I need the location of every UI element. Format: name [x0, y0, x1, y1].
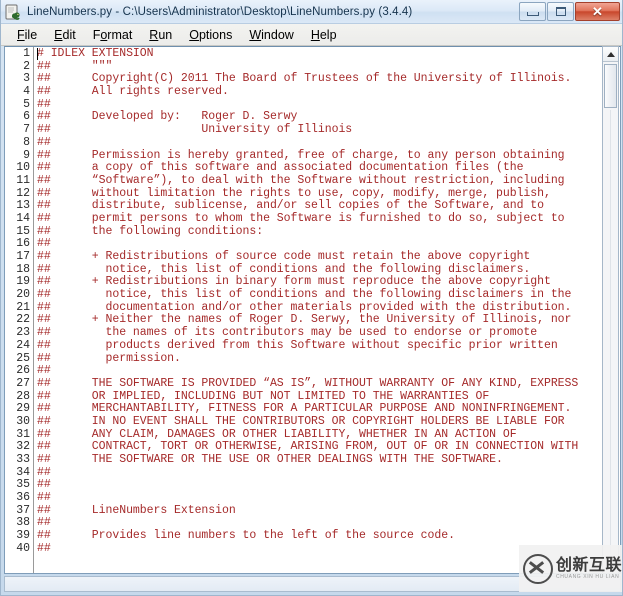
line-number: 10 — [16, 161, 30, 175]
code-line: ## + Redistributions of source code must… — [37, 250, 531, 263]
scroll-up-button[interactable] — [603, 47, 618, 62]
line-number: 23 — [16, 326, 30, 340]
idle-editor-window: LineNumbers.py - C:\Users\Administrator\… — [0, 0, 623, 596]
window-controls: ✕ — [518, 0, 620, 22]
title-bar[interactable]: LineNumbers.py - C:\Users\Administrator\… — [1, 0, 622, 24]
code-line: ## “Software”), to deal with the Softwar… — [37, 173, 565, 187]
line-number: 4 — [23, 85, 30, 99]
code-line: ## the names of its contributors may be … — [37, 326, 538, 340]
code-line: ## — [37, 364, 51, 378]
line-number: 30 — [16, 414, 30, 428]
menu-format[interactable]: Format — [85, 27, 142, 43]
line-number: 7 — [23, 123, 30, 137]
line-number-gutter: 1 2 3 4 5 6 7 8 9 10 11 12 13 14 15 16 17 18 19 20 21 22 23 24 2… — [5, 47, 34, 573]
code-text-area[interactable]: # IDLEX EXTENSION ## """ ## Copyright(C) 2… — [34, 47, 620, 573]
scrollbar-track[interactable] — [610, 110, 611, 554]
vertical-scrollbar[interactable] — [602, 46, 619, 574]
code-line: ## permission. — [37, 351, 181, 365]
line-number: 26 — [16, 364, 30, 378]
line-number: 36 — [16, 491, 30, 505]
code-line: ## products derived from this Software w… — [37, 338, 558, 352]
editor-area[interactable]: 1 2 3 4 5 6 7 8 9 10 11 12 13 14 15 16 17 18 19 20 21 22 23 24 2… — [4, 46, 621, 574]
code-line: ## Provides line numbers to the left of … — [37, 529, 455, 543]
code-line: ## IN NO EVENT SHALL THE CONTRIBUTORS OR… — [37, 414, 565, 428]
line-number: 1 — [23, 47, 30, 60]
close-button[interactable]: ✕ — [575, 1, 620, 21]
line-number: 20 — [16, 288, 30, 302]
menu-options[interactable]: Options — [181, 27, 241, 43]
menu-run[interactable]: Run — [141, 27, 181, 43]
horizontal-scrollbar[interactable] — [4, 576, 621, 592]
code-line: ## — [37, 478, 51, 492]
line-number: 14 — [16, 211, 30, 225]
line-number: 8 — [23, 135, 30, 149]
minimize-button[interactable] — [519, 1, 546, 21]
code-line: ## THE SOFTWARE OR THE USE OR OTHER DEAL… — [37, 453, 503, 466]
scrollbar-thumb[interactable] — [604, 64, 617, 108]
window-title: LineNumbers.py - C:\Users\Administrator\… — [27, 5, 413, 18]
text-caret — [37, 48, 38, 60]
menu-bar: File Edit Format Run Options Window Help — [1, 24, 622, 46]
close-icon: ✕ — [592, 3, 603, 19]
menu-help[interactable]: Help — [303, 27, 346, 43]
code-line: # IDLEX EXTENSION — [37, 47, 154, 60]
maximize-button[interactable] — [547, 1, 574, 21]
line-number: 39 — [16, 529, 30, 543]
code-line: ## permit persons to whom the Software i… — [37, 211, 565, 225]
code-line: ## LineNumbers Extension — [37, 503, 236, 517]
code-line: ## — [37, 465, 51, 479]
line-number: 27 — [16, 376, 30, 390]
menu-file[interactable]: File — [9, 27, 46, 43]
code-line: ## University of Illinois — [37, 123, 353, 137]
line-number: 33 — [16, 453, 30, 466]
code-line: ## — [37, 135, 51, 149]
code-line: ## All rights reserved. — [37, 85, 229, 99]
menu-edit[interactable]: Edit — [46, 27, 85, 43]
code-line: ## — [37, 541, 51, 555]
minimize-icon — [526, 11, 539, 16]
line-number: 24 — [16, 338, 30, 352]
code-line: ## THE SOFTWARE IS PROVIDED “AS IS”, WIT… — [37, 376, 579, 390]
menu-window[interactable]: Window — [241, 27, 302, 43]
chevron-up-icon — [606, 51, 615, 57]
line-number: 17 — [16, 250, 30, 263]
code-line: ## a copy of this software and associate… — [37, 161, 524, 175]
line-number: 11 — [16, 173, 30, 187]
code-line: ## — [37, 491, 51, 505]
python-idle-icon — [5, 4, 20, 20]
maximize-icon — [555, 6, 566, 16]
code-line: ## the following conditions: — [37, 224, 264, 238]
line-number: 40 — [16, 541, 30, 555]
code-line: ## notice, this list of conditions and t… — [37, 288, 572, 302]
